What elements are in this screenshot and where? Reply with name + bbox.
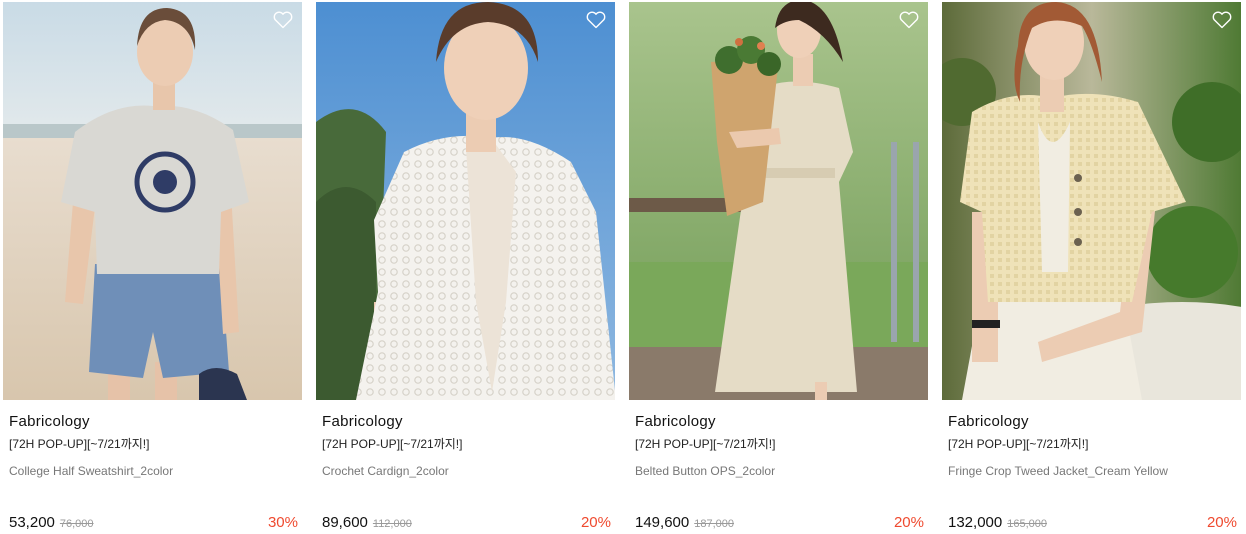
brand-name[interactable]: Fabricology: [635, 413, 928, 431]
discount-rate: 20%: [893, 514, 924, 531]
heart-outline-icon[interactable]: [273, 11, 293, 29]
promo-tag: [72H POP-UP][~7/21까지!]: [9, 437, 150, 451]
price-row: 53,200 76,000 30%: [9, 514, 298, 534]
promo-tag: [72H POP-UP][~7/21까지!]: [635, 437, 776, 451]
sale-price: 89,600: [322, 514, 368, 531]
discount-rate: 20%: [580, 514, 611, 531]
original-price: 112,000: [372, 518, 412, 530]
sale-price: 132,000: [948, 514, 1003, 531]
product-card[interactable]: Fabricology [72H POP-UP][~7/21까지!] Belte…: [629, 0, 928, 531]
discount-rate: 30%: [267, 514, 298, 531]
heart-outline-icon[interactable]: [586, 11, 606, 29]
brand-name[interactable]: Fabricology: [322, 413, 615, 431]
product-card[interactable]: Fabricology [72H POP-UP][~7/21까지!] Croch…: [316, 0, 615, 531]
product-name[interactable]: College Half Sweatshirt_2color: [9, 463, 302, 479]
sale-price: 53,200: [9, 514, 55, 531]
product-card[interactable]: Fabricology [72H POP-UP][~7/21까지!] Colle…: [3, 0, 302, 531]
original-price: 187,000: [694, 518, 734, 530]
heart-outline-icon[interactable]: [899, 11, 919, 29]
product-card[interactable]: Fabricology [72H POP-UP][~7/21까지!] Fring…: [942, 0, 1241, 531]
price-row: 149,600 187,000 20%: [635, 514, 924, 534]
product-name[interactable]: Fringe Crop Tweed Jacket_Cream Yellow: [948, 463, 1241, 479]
promo-tag: [72H POP-UP][~7/21까지!]: [322, 437, 463, 451]
product-image[interactable]: [316, 2, 615, 400]
brand-name[interactable]: Fabricology: [948, 413, 1241, 431]
product-name[interactable]: Belted Button OPS_2color: [635, 463, 928, 479]
product-name[interactable]: Crochet Cardign_2color: [322, 463, 615, 479]
promo-tag: [72H POP-UP][~7/21까지!]: [948, 437, 1089, 451]
heart-outline-icon[interactable]: [1212, 11, 1232, 29]
product-image[interactable]: [942, 2, 1241, 400]
original-price: 165,000: [1007, 518, 1047, 530]
product-image[interactable]: [3, 2, 302, 400]
product-grid: Fabricology [72H POP-UP][~7/21까지!] Colle…: [0, 0, 1246, 531]
product-image[interactable]: [629, 2, 928, 400]
original-price: 76,000: [59, 518, 94, 530]
discount-rate: 20%: [1206, 514, 1237, 531]
price-row: 132,000 165,000 20%: [948, 514, 1237, 534]
price-row: 89,600 112,000 20%: [322, 514, 611, 534]
sale-price: 149,600: [635, 514, 690, 531]
brand-name[interactable]: Fabricology: [9, 413, 302, 431]
